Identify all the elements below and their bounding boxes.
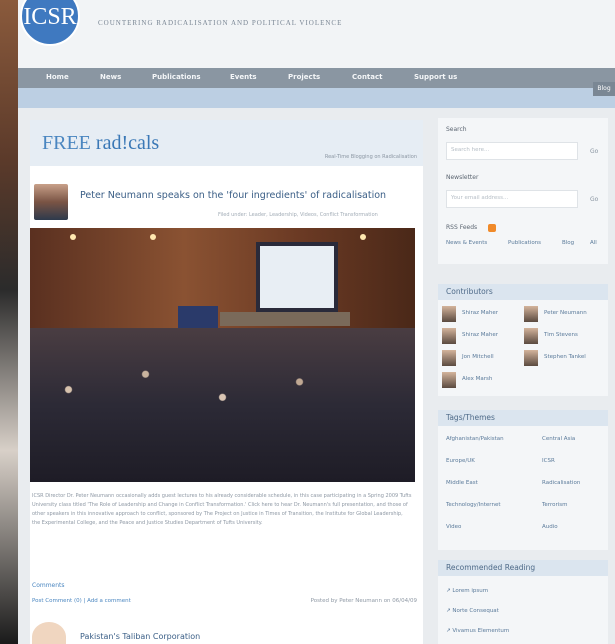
site-tagline: COUNTERING RADICALISATION AND POLITICAL …: [98, 19, 343, 27]
contributors-header: Contributors: [438, 284, 608, 300]
nav-support[interactable]: Support us: [414, 73, 457, 81]
comments-link[interactable]: Comments: [32, 582, 65, 589]
post-photo: [30, 228, 415, 482]
posted-by: Posted by Peter Neumann on 06/04/09: [310, 598, 417, 604]
recommended-link[interactable]: ↗ Lorem ipsum: [446, 588, 488, 594]
nav-contact[interactable]: Contact: [352, 73, 383, 81]
contributor-photo: [442, 350, 456, 366]
nav-home[interactable]: Home: [46, 73, 69, 81]
rss-label: RSS Feeds: [446, 224, 478, 231]
post-title[interactable]: Peter Neumann speaks on the 'four ingred…: [80, 190, 386, 201]
search-go-button[interactable]: Go: [590, 148, 598, 155]
tags-header: Tags/Themes: [438, 410, 608, 426]
site-header: ICSR COUNTERING RADICALISATION AND POLIT…: [18, 0, 615, 68]
nav-subband: [18, 88, 615, 108]
tag-link[interactable]: Video: [446, 524, 461, 530]
tag-link[interactable]: Middle East: [446, 480, 478, 486]
search-label: Search: [446, 126, 467, 133]
nav-news[interactable]: News: [100, 73, 121, 81]
post-meta: Filed under: Leader, Leadership, Videos,…: [218, 212, 378, 218]
tag-link[interactable]: Radicalisation: [542, 480, 580, 486]
tag-link[interactable]: Technology/Internet: [446, 502, 501, 508]
post2-avatar: [32, 622, 66, 644]
rss-news-events[interactable]: News & Events: [446, 240, 487, 246]
projection-screen: [256, 242, 338, 312]
tag-link[interactable]: Central Asia: [542, 436, 575, 442]
search-box: Search Search here... Go Newsletter Your…: [438, 118, 608, 264]
search-input[interactable]: Search here...: [446, 142, 578, 160]
blog-title-part2: rad!cals: [95, 132, 160, 154]
author-avatar: [34, 184, 68, 220]
nav-events[interactable]: Events: [230, 73, 257, 81]
blog-subtitle: Real-Time Blogging on Radicalisation: [324, 154, 417, 160]
audience: [30, 328, 415, 482]
contributor-photo: [524, 350, 538, 366]
tag-link[interactable]: ICSR: [542, 458, 555, 464]
blog-title[interactable]: FREE rad!cals: [42, 132, 159, 155]
blog-main: FREE rad!cals Real-Time Blogging on Radi…: [30, 120, 423, 644]
main-nav: Home News Publications Events Projects C…: [18, 68, 615, 88]
rss-blog[interactable]: Blog: [562, 240, 574, 246]
newsletter-email-field[interactable]: Your email address...: [446, 190, 578, 208]
post-body: ICSR Director Dr. Peter Neumann occasion…: [32, 493, 412, 526]
contributor-photo: [442, 306, 456, 322]
rss-publications[interactable]: Publications: [508, 240, 541, 246]
contributor-photo: [524, 306, 538, 322]
contributor-photo: [442, 328, 456, 344]
rss-all[interactable]: All: [590, 240, 597, 246]
post-comment-links[interactable]: Post Comment (0) | Add a comment: [32, 598, 131, 604]
newsletter-go-button[interactable]: Go: [590, 196, 598, 203]
tag-link[interactable]: Audio: [542, 524, 558, 530]
post2-title[interactable]: Pakistan's Taliban Corporation: [80, 632, 200, 641]
recommended-link[interactable]: ↗ Norte Consequat: [446, 608, 499, 614]
blog-title-part1: FREE: [42, 132, 96, 154]
blog-header: FREE rad!cals Real-Time Blogging on Radi…: [30, 120, 423, 166]
tag-link[interactable]: Europe/UK: [446, 458, 475, 464]
nav-projects[interactable]: Projects: [288, 73, 320, 81]
newsletter-label: Newsletter: [446, 174, 479, 181]
contributor-photo: [442, 372, 456, 388]
tag-link[interactable]: Afghanistan/Pakistan: [446, 436, 504, 442]
tag-link[interactable]: Terrorism: [542, 502, 568, 508]
contributors-box: Contributors Shiraz Maher Peter Neumann …: [438, 284, 608, 396]
nav-publications[interactable]: Publications: [152, 73, 201, 81]
recommended-header: Recommended Reading: [438, 560, 608, 576]
nav-blog-tab[interactable]: Blog: [593, 82, 615, 96]
tags-box: Tags/Themes Afghanistan/Pakistan Central…: [438, 410, 608, 550]
rss-icon[interactable]: [488, 224, 496, 232]
recommended-link[interactable]: ↗ Vivamus Elementum: [446, 628, 509, 634]
site-logo[interactable]: ICSR: [20, 0, 80, 46]
recommended-box: Recommended Reading ↗ Lorem ipsum ↗ Nort…: [438, 560, 608, 644]
website: ICSR COUNTERING RADICALISATION AND POLIT…: [18, 0, 615, 644]
background-photo-strip: [0, 0, 20, 644]
contributor-photo: [524, 328, 538, 344]
